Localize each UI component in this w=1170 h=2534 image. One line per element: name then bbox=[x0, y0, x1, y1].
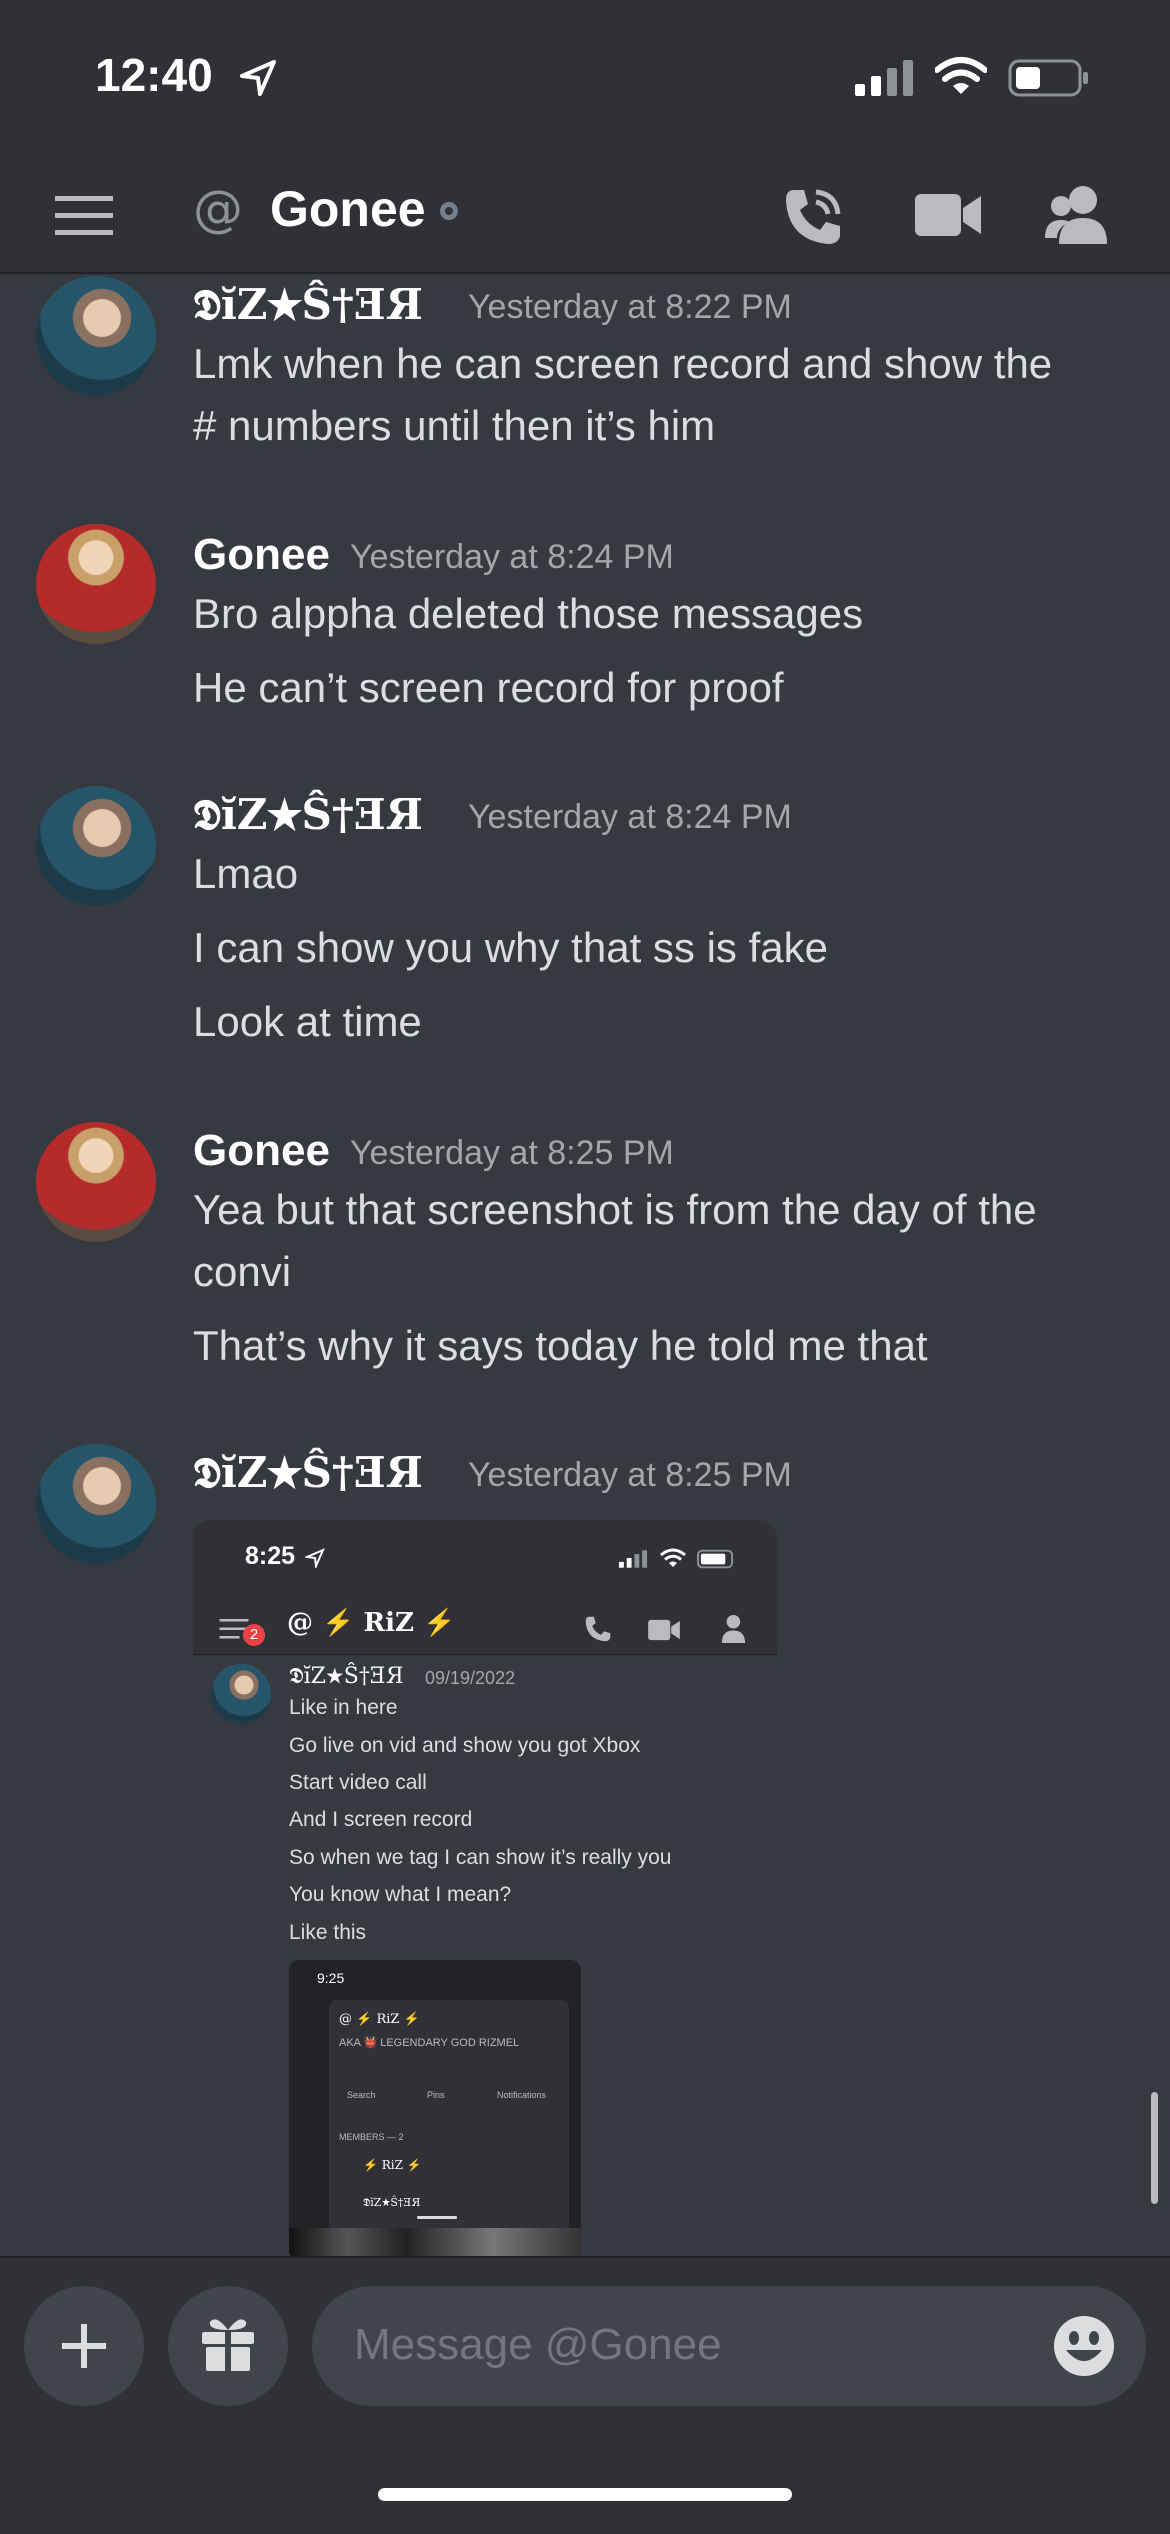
attachment-text: Like this bbox=[289, 1921, 367, 1944]
channel-title[interactable]: Gonee bbox=[270, 180, 426, 238]
message-timestamp: Yesterday at 8:22 PM bbox=[468, 288, 792, 326]
attachment-author: 𝕯ĭZ★Ŝ†ƎЯ bbox=[289, 1664, 404, 1689]
battery-icon bbox=[697, 1549, 734, 1569]
plus-icon bbox=[62, 2324, 106, 2368]
message-text: I can show you why that ss is fake bbox=[193, 924, 828, 971]
attachment-text: You know what I mean? bbox=[289, 1883, 512, 1906]
attachment-date: 09/19/2022 bbox=[425, 1668, 516, 1688]
video-call-icon[interactable] bbox=[915, 190, 981, 240]
message-text: Lmao bbox=[193, 850, 299, 897]
avatar[interactable] bbox=[36, 1122, 156, 1242]
nested-aka: AKA 👹 LEGENDARY GOD RIZMEL bbox=[339, 2037, 520, 2049]
nested-screenshot: 9:25 @ ⚡ RiZ ⚡ AKA 👹 LEGENDARY GOD RIZME… bbox=[289, 1960, 581, 2260]
attachment-text: So when we tag I can show it’s really yo… bbox=[289, 1846, 672, 1869]
nested-panel: @ ⚡ RiZ ⚡ AKA 👹 LEGENDARY GOD RIZMEL Sea… bbox=[329, 2000, 569, 2260]
members-icon bbox=[721, 1614, 746, 1644]
message-text: convi bbox=[193, 1248, 292, 1295]
avatar[interactable] bbox=[36, 276, 156, 396]
at-icon: @ bbox=[193, 180, 243, 238]
chat-header: @ Gonee bbox=[0, 160, 1170, 274]
status-time: 12:40 bbox=[95, 49, 213, 101]
message-timestamp: Yesterday at 8:24 PM bbox=[468, 798, 792, 836]
add-attachment-button[interactable] bbox=[24, 2286, 144, 2406]
message-timestamp: Yesterday at 8:25 PM bbox=[468, 1456, 792, 1494]
message-author[interactable]: Gonee bbox=[193, 1126, 330, 1176]
avatar[interactable] bbox=[36, 1444, 156, 1564]
cellular-signal-icon bbox=[855, 60, 913, 96]
message-timestamp: Yesterday at 8:25 PM bbox=[350, 1134, 674, 1172]
message-input[interactable]: Message @Gonee bbox=[312, 2286, 1146, 2406]
attachment-channel: @ ⚡ RiZ ⚡ bbox=[287, 1608, 456, 1638]
attachment-text: Like in here bbox=[289, 1696, 398, 1719]
cellular-signal-icon bbox=[618, 1550, 648, 1568]
wifi-icon bbox=[660, 1548, 686, 1567]
message-text: Lmk when he can screen record and show t… bbox=[193, 340, 1053, 387]
nested-time: 9:25 bbox=[317, 1970, 345, 1986]
hamburger-menu-icon[interactable] bbox=[55, 190, 113, 242]
message-text: Look at time bbox=[193, 998, 422, 1045]
unread-badge: 2 bbox=[243, 1624, 265, 1646]
gift-icon bbox=[202, 2319, 254, 2371]
scrollbar[interactable] bbox=[1151, 2092, 1158, 2204]
image-attachment[interactable]: 8:25 2 @ ⚡ RiZ ⚡ 𝕯ĭZ★Ŝ†ƎЯ 09/19/2022 Lik… bbox=[193, 1520, 777, 2260]
message-text: # numbers until then it’s him bbox=[193, 402, 716, 449]
home-indicator bbox=[378, 2488, 792, 2501]
nested-channel: @ ⚡ RiZ ⚡ bbox=[339, 2012, 420, 2027]
emoji-icon[interactable] bbox=[1052, 2314, 1116, 2378]
battery-icon bbox=[1008, 59, 1088, 97]
message-author[interactable]: 𝕯ĭZ★Ŝ†ƎЯ bbox=[193, 1448, 423, 1498]
offline-status-icon bbox=[440, 202, 458, 220]
message-author[interactable]: 𝕯ĭZ★Ŝ†ƎЯ bbox=[193, 790, 423, 840]
status-bar: 12:40 bbox=[0, 0, 1170, 160]
location-arrow-icon bbox=[240, 60, 276, 96]
attachment-header bbox=[193, 1596, 777, 1655]
gift-button[interactable] bbox=[168, 2286, 288, 2406]
message-text: He can’t screen record for proof bbox=[193, 664, 784, 711]
wifi-icon bbox=[935, 57, 987, 94]
nested-tab-search: Search bbox=[347, 2090, 376, 2100]
message-input-placeholder: Message @Gonee bbox=[354, 2320, 722, 2369]
message-timestamp: Yesterday at 8:24 PM bbox=[350, 538, 674, 576]
nested-member: 𝕯ĭZ★Ŝ†ƎЯ bbox=[363, 2196, 421, 2209]
nested-tab-notifications: Notifications bbox=[497, 2090, 547, 2100]
voice-call-icon bbox=[585, 1616, 611, 1642]
nested-home-indicator bbox=[417, 2216, 457, 2219]
nested-members-label: MEMBERS — 2 bbox=[339, 2132, 404, 2142]
message-text: That’s why it says today he told me that bbox=[193, 1322, 928, 1369]
message-text: Bro alppha deleted those messages bbox=[193, 590, 864, 637]
voice-call-icon[interactable] bbox=[780, 184, 846, 250]
members-icon[interactable] bbox=[1045, 184, 1111, 246]
message-author[interactable]: 𝕯ĭZ★Ŝ†ƎЯ bbox=[193, 280, 423, 330]
attachment-text: Start video call bbox=[289, 1771, 427, 1794]
location-arrow-icon bbox=[305, 1548, 325, 1568]
attachment-text: Go live on vid and show you got Xbox bbox=[289, 1734, 641, 1757]
attachment-text: And I screen record bbox=[289, 1808, 473, 1831]
video-call-icon bbox=[648, 1619, 680, 1641]
message-text: Yea but that screenshot is from the day … bbox=[193, 1186, 1037, 1233]
nested-member: ⚡ RiZ ⚡ bbox=[363, 2158, 422, 2172]
avatar[interactable] bbox=[36, 524, 156, 644]
avatar bbox=[211, 1664, 271, 1724]
nested-tab-pins: Pins bbox=[427, 2090, 445, 2100]
attachment-time: 8:25 bbox=[245, 1542, 296, 1570]
message-author[interactable]: Gonee bbox=[193, 530, 330, 580]
avatar[interactable] bbox=[36, 786, 156, 906]
